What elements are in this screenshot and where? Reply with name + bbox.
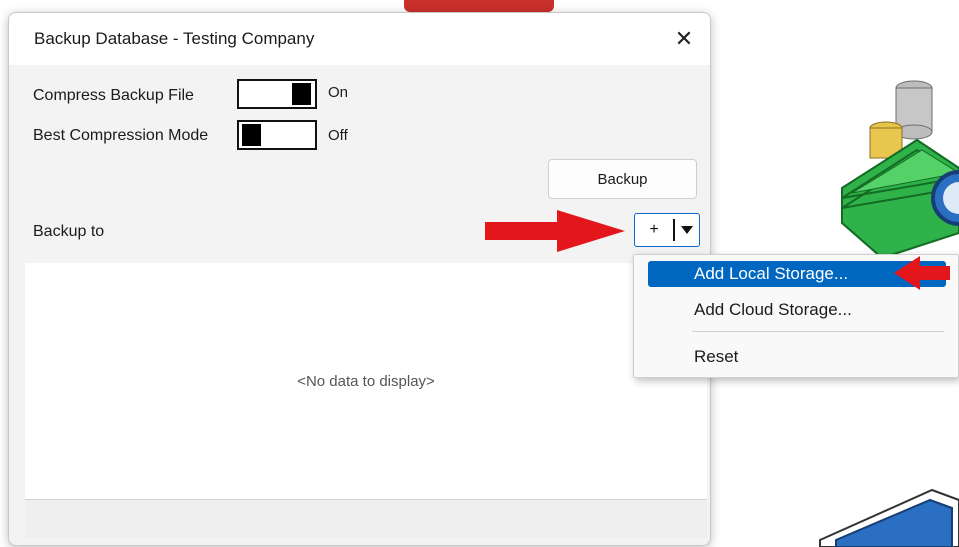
red-arrow-right-icon (485, 210, 625, 252)
add-storage-dropdown-button[interactable] (675, 226, 699, 234)
backup-to-label: Backup to (33, 223, 105, 240)
close-button[interactable]: ✕ (668, 23, 700, 55)
dialog-titlebar: Backup Database - Testing Company ✕ (9, 13, 710, 65)
compress-backup-toggle[interactable] (237, 79, 317, 109)
dialog-title: Backup Database - Testing Company (34, 29, 315, 48)
best-compression-state: Off (328, 127, 348, 144)
backup-database-dialog: Backup Database - Testing Company ✕ Comp… (8, 12, 711, 546)
add-storage-split-button[interactable]: + (634, 213, 700, 247)
red-arrow-left-icon (894, 256, 950, 290)
best-compression-label: Best Compression Mode (33, 127, 209, 144)
toggle-knob (242, 124, 261, 146)
empty-grid-message: <No data to display> (297, 373, 435, 390)
add-storage-button[interactable]: + (635, 221, 673, 239)
backup-destinations-grid: <No data to display> (25, 263, 707, 499)
menu-separator (692, 331, 944, 332)
toggle-knob (292, 83, 311, 105)
close-icon: ✕ (674, 26, 694, 51)
menu-item-add-cloud-storage[interactable]: Add Cloud Storage... (648, 297, 946, 323)
best-compression-toggle[interactable] (237, 120, 317, 150)
compress-backup-state: On (328, 84, 349, 101)
monitor-icon (819, 488, 959, 547)
triangle-down-icon (681, 226, 693, 234)
money-stack-icon (841, 80, 959, 258)
menu-item-reset[interactable]: Reset (648, 344, 946, 370)
background-decoration-red (404, 0, 554, 12)
compress-backup-label: Compress Backup File (33, 87, 194, 104)
grid-footer (25, 499, 707, 538)
backup-button[interactable]: Backup (548, 159, 697, 199)
